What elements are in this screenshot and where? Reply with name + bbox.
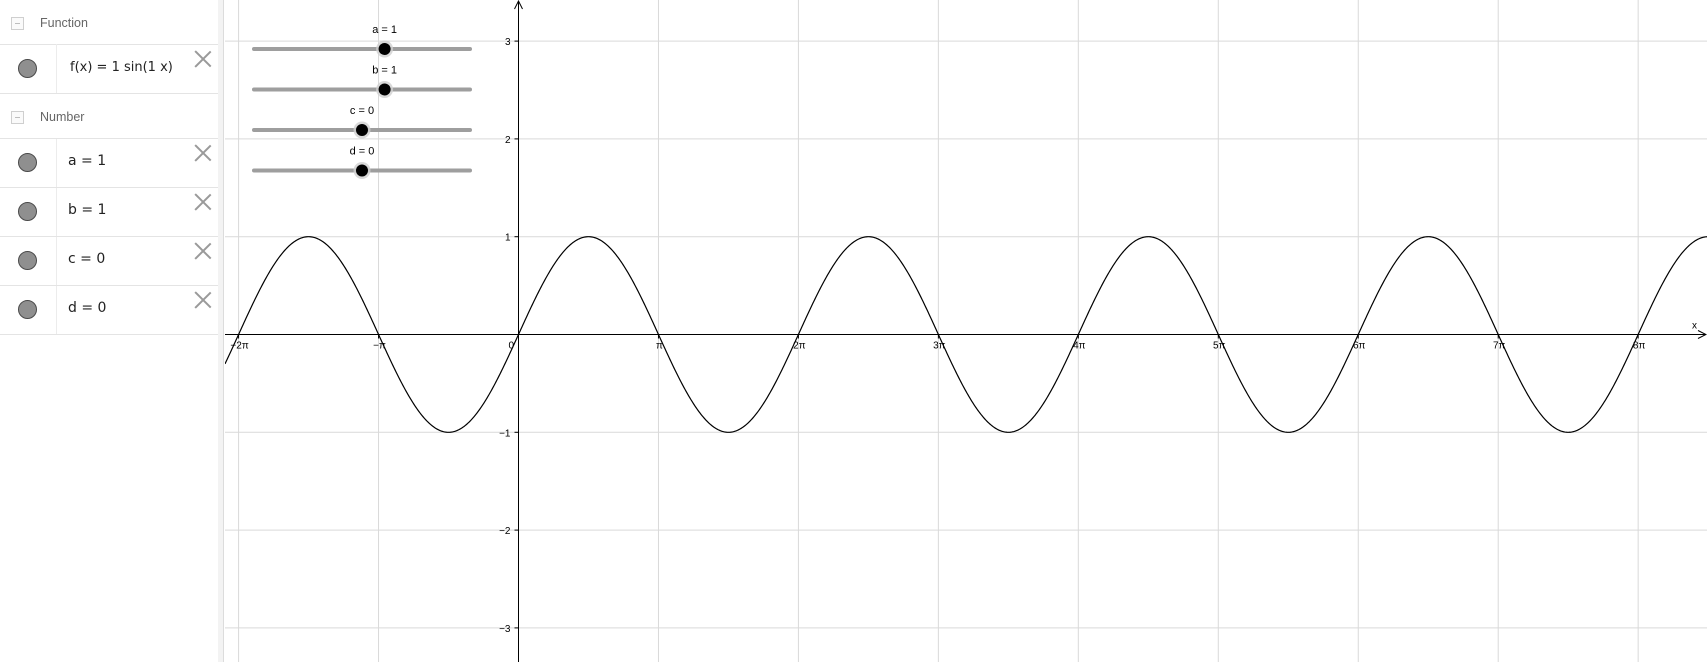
row-divider — [56, 286, 57, 334]
row-divider — [56, 237, 57, 285]
visibility-toggle-icon[interactable] — [18, 300, 37, 319]
slider-label: a = 1 — [372, 24, 397, 36]
slider-d[interactable]: d = 0 — [252, 146, 472, 180]
group-label: Function — [40, 16, 88, 30]
graph-canvas[interactable]: x −2π −π 0 π 2π 3π 4π 5π 6π 7π 8π321−1−2−3 a = 1b … — [225, 0, 1707, 662]
y-tick-label: 2 — [505, 135, 511, 146]
y-tick-label: −2 — [499, 526, 511, 537]
slider-label: b = 1 — [372, 65, 397, 77]
collapse-icon[interactable] — [11, 17, 24, 30]
delete-icon[interactable] — [194, 50, 212, 68]
slider-label: c = 0 — [350, 105, 374, 117]
algebra-item-f[interactable]: f(x) = 1 sin(1 x) — [0, 44, 218, 94]
number-definition[interactable]: b = 1 — [68, 202, 106, 218]
delete-icon[interactable] — [194, 291, 212, 309]
slider-knob[interactable] — [378, 43, 391, 55]
row-divider — [56, 139, 57, 187]
x-axis-label: x — [1692, 321, 1697, 332]
number-definition[interactable]: d = 0 — [68, 300, 106, 316]
algebra-item-a[interactable]: a = 1 — [0, 139, 218, 188]
slider-b[interactable]: b = 1 — [252, 65, 472, 99]
visibility-toggle-icon[interactable] — [18, 202, 37, 221]
slider-label: d = 0 — [350, 146, 375, 158]
group-label: Number — [40, 110, 85, 124]
slider-knob[interactable] — [378, 83, 391, 96]
row-divider — [56, 188, 57, 236]
graphics-view[interactable]: x −2π −π 0 π 2π 3π 4π 5π 6π 7π 8π 3 2 1 −1 −2 −3 a = 1b … — [225, 0, 1707, 662]
axes: x — [225, 0, 1707, 662]
slider-knob[interactable] — [356, 124, 368, 136]
algebra-item-b[interactable]: b = 1 — [0, 188, 218, 237]
y-tick-label: 3 — [505, 37, 511, 48]
delete-icon[interactable] — [194, 242, 212, 260]
y-tick-label: 1 — [505, 233, 511, 244]
y-tick-label: −3 — [499, 624, 511, 635]
function-definition[interactable]: f(x) = 1 sin(1 x) — [70, 60, 173, 75]
visibility-toggle-icon[interactable] — [18, 59, 37, 78]
delete-icon[interactable] — [194, 193, 212, 211]
view-splitter[interactable] — [218, 0, 224, 662]
visibility-toggle-icon[interactable] — [18, 153, 37, 172]
slider-c[interactable]: c = 0 — [252, 105, 472, 139]
collapse-icon[interactable] — [11, 111, 24, 124]
delete-icon[interactable] — [194, 144, 212, 162]
visibility-toggle-icon[interactable] — [18, 251, 37, 270]
y-tick-label: −1 — [499, 428, 511, 439]
slider-knob[interactable] — [356, 164, 368, 177]
number-definition[interactable]: c = 0 — [68, 251, 105, 267]
algebra-item-c[interactable]: c = 0 — [0, 237, 218, 286]
number-definition[interactable]: a = 1 — [68, 153, 106, 169]
algebra-item-d[interactable]: d = 0 — [0, 286, 218, 335]
grid — [225, 0, 1707, 662]
sliders: a = 1 b = 1 c = 0 d = 0 — [252, 24, 472, 180]
group-header-number[interactable]: Number — [0, 94, 218, 139]
algebra-view: Function f(x) = 1 sin(1 x) Number a = 1 … — [0, 0, 219, 662]
group-header-function[interactable]: Function — [0, 0, 218, 45]
row-divider — [56, 44, 57, 93]
